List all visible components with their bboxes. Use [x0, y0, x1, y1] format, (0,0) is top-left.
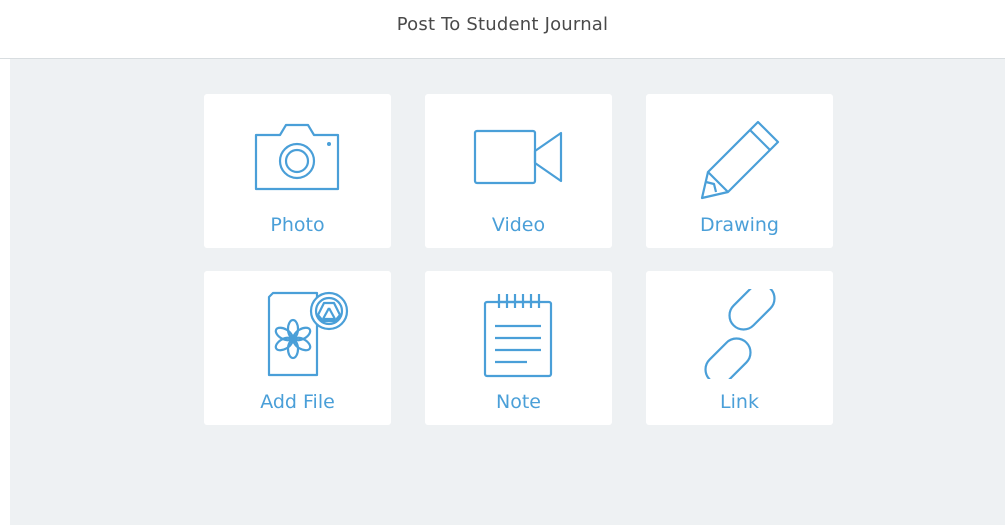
photo-option[interactable]: Photo [204, 94, 391, 248]
video-label: Video [491, 214, 546, 236]
drawing-option[interactable]: Drawing [646, 94, 833, 248]
header-bar: Post To Student Journal [0, 0, 1005, 59]
notepad-icon [425, 289, 612, 379]
drawing-label: Drawing [699, 214, 779, 236]
post-options-grid: Photo Video Drawing Add File Note Link [204, 94, 833, 425]
camera-icon [204, 112, 391, 202]
link-option[interactable]: Link [646, 271, 833, 425]
file-drive-icon [204, 289, 391, 379]
note-label: Note [496, 391, 541, 413]
link-label: Link [720, 391, 759, 413]
photo-label: Photo [270, 214, 325, 236]
add-file-option[interactable]: Add File [204, 271, 391, 425]
link-icon [646, 289, 833, 379]
note-option[interactable]: Note [425, 271, 612, 425]
video-option[interactable]: Video [425, 94, 612, 248]
page-title: Post To Student Journal [396, 14, 609, 35]
add-file-label: Add File [260, 391, 335, 413]
video-camera-icon [425, 112, 612, 202]
pencil-icon [646, 112, 833, 202]
